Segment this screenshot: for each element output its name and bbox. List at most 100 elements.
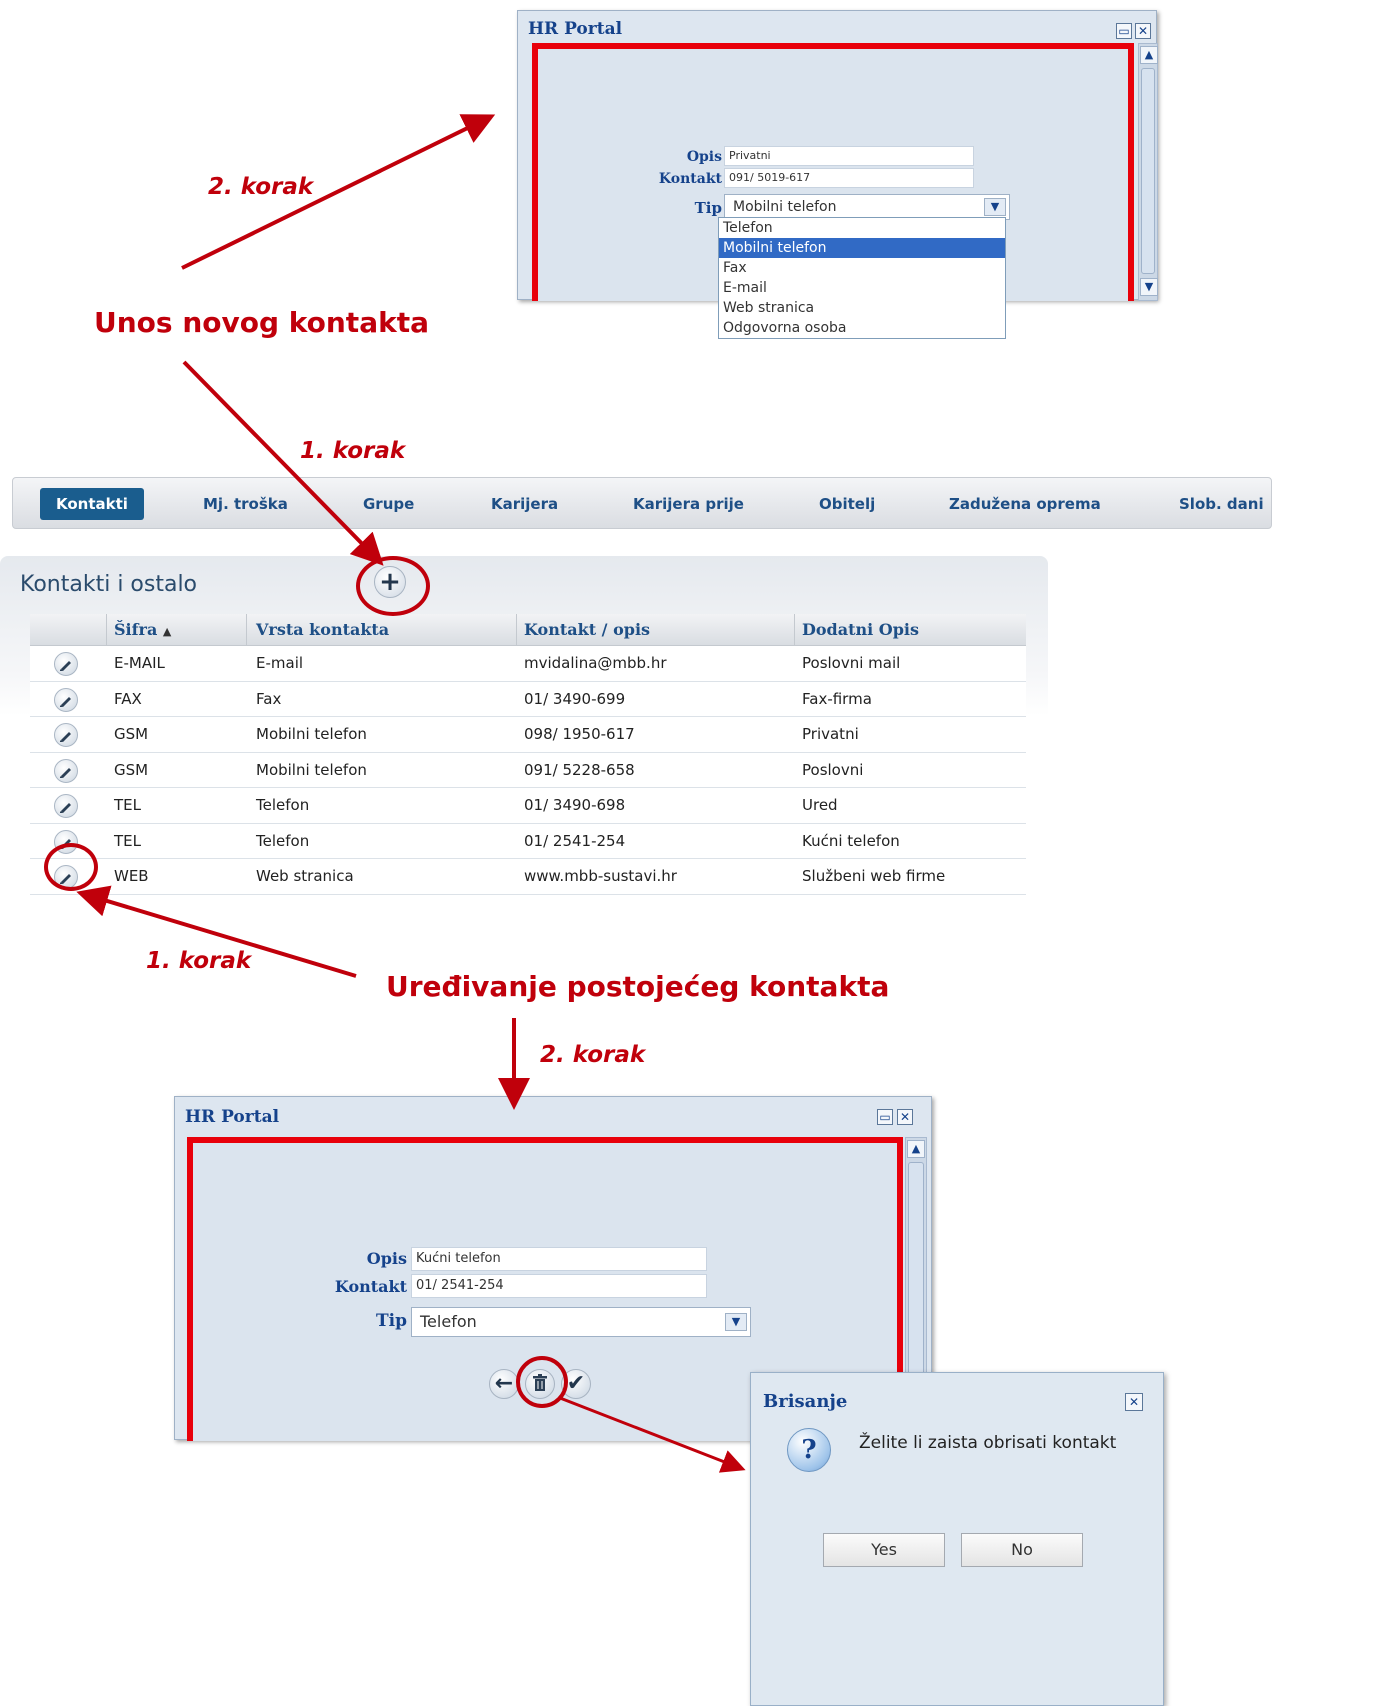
table-row[interactable]: GSM Mobilni telefon 091/ 5228-658 Poslovni xyxy=(30,752,1026,788)
table-cell: FAX xyxy=(114,689,142,708)
back-arrow-icon[interactable]: ← xyxy=(489,1369,519,1399)
table-cell: TEL xyxy=(114,831,141,850)
yes-button[interactable]: Yes xyxy=(823,1533,945,1567)
opis-field[interactable]: Kućni telefon xyxy=(411,1247,707,1271)
no-button[interactable]: No xyxy=(961,1533,1083,1567)
tip-dropdown-list[interactable]: Telefon Mobilni telefon Fax E-mail Web stran… xyxy=(718,217,1006,339)
edit-contact-heading: Uređivanje postojećeg kontakta xyxy=(386,970,890,1003)
table-row[interactable]: FAX Fax 01/ 3490-699 Fax-firma xyxy=(30,681,1026,717)
scroll-thumb[interactable] xyxy=(1141,68,1155,274)
kontakt-field[interactable]: 01/ 2541-254 xyxy=(411,1274,707,1298)
dropdown-option[interactable]: Mobilni telefon xyxy=(719,238,1005,258)
panel-title: Kontakti i ostalo xyxy=(20,572,198,597)
table-cell: Mobilni telefon xyxy=(256,760,367,779)
tip-label: Tip xyxy=(376,1311,407,1331)
table-cell: Fax xyxy=(256,689,282,708)
grid-body: E-MAIL E-mail mvidalina@mbb.hr Poslovni mai… xyxy=(30,646,1026,895)
column-separator xyxy=(106,614,107,646)
table-cell: 01/ 3490-698 xyxy=(524,796,626,814)
tab-bar: Kontakti Mj. troška Grupe Karijera Karij… xyxy=(12,477,1272,529)
step-1-label-bottom: 1. korak xyxy=(146,948,252,974)
table-cell: Telefon xyxy=(256,831,310,850)
tip-label: Tip xyxy=(694,199,722,217)
column-separator xyxy=(516,614,517,646)
table-cell: Kućni telefon xyxy=(802,831,900,850)
tab-kontakti[interactable]: Kontakti xyxy=(40,488,144,520)
table-cell: mvidalina@mbb.hr xyxy=(524,654,667,672)
dropdown-option[interactable]: Odgovorna osoba xyxy=(719,318,1005,338)
table-cell: E-MAIL xyxy=(114,654,165,672)
table-cell: Privatni xyxy=(802,725,859,743)
chevron-down-icon[interactable]: ▼ xyxy=(725,1313,747,1331)
kontakt-field[interactable]: 091/ 5019-617 xyxy=(724,168,974,188)
dropdown-option[interactable]: Fax xyxy=(719,258,1005,278)
table-cell: 01/ 3490-699 xyxy=(524,689,626,708)
table-cell: Poslovni xyxy=(802,760,864,779)
grid-header: Šifra ▲ Vrsta kontakta Kontakt / opis Do… xyxy=(30,614,1026,646)
confirm-message: Želite li zaista obrisati kontakt xyxy=(859,1433,1117,1453)
column-header-dodatni-opis[interactable]: Dodatni Opis xyxy=(802,620,919,639)
dialog-title: HR Portal xyxy=(528,19,623,39)
table-cell: 098/ 1950-617 xyxy=(524,725,635,743)
scroll-up-icon[interactable]: ▲ xyxy=(1140,46,1158,64)
chevron-down-icon[interactable]: ▼ xyxy=(984,198,1006,216)
close-icon[interactable]: ✕ xyxy=(897,1109,913,1125)
column-header-label: Šifra xyxy=(114,620,158,639)
table-row[interactable]: WEB Web stranica www.mbb-sustavi.hr Služben… xyxy=(30,859,1026,895)
step-2-label-bottom: 2. korak xyxy=(540,1042,646,1068)
pencil-icon[interactable] xyxy=(54,758,78,783)
table-cell: Telefon xyxy=(256,796,310,814)
maximize-icon[interactable]: ▭ xyxy=(1116,23,1132,39)
pencil-icon[interactable] xyxy=(54,794,78,818)
pencil-icon[interactable] xyxy=(54,652,78,676)
table-cell: GSM xyxy=(114,760,149,779)
table-row[interactable]: GSM Mobilni telefon 098/ 1950-617 Privatni xyxy=(30,717,1026,753)
table-cell: Ured xyxy=(802,796,838,814)
pencil-icon[interactable] xyxy=(54,687,78,712)
dropdown-option[interactable]: Web stranica xyxy=(719,298,1005,318)
tab-zaduzena-oprema[interactable]: Zadužena oprema xyxy=(949,488,1101,520)
table-cell: GSM xyxy=(114,725,149,743)
scroll-up-icon[interactable]: ▲ xyxy=(907,1140,925,1158)
table-row[interactable]: E-MAIL E-mail mvidalina@mbb.hr Poslovni mai… xyxy=(30,646,1026,682)
contacts-grid: Šifra ▲ Vrsta kontakta Kontakt / opis Do… xyxy=(30,614,1026,895)
table-cell: WEB xyxy=(114,867,149,885)
table-row[interactable]: TEL Telefon 01/ 3490-698 Ured xyxy=(30,788,1026,824)
column-header-kontakt[interactable]: Kontakt / opis xyxy=(524,620,650,639)
add-button-highlight xyxy=(356,556,430,616)
table-cell: E-mail xyxy=(256,654,304,672)
tip-select[interactable]: Telefon ▼ xyxy=(411,1307,751,1337)
kontakt-label: Kontakt xyxy=(334,1277,407,1296)
table-cell: Mobilni telefon xyxy=(256,725,367,743)
close-icon[interactable]: ✕ xyxy=(1135,23,1151,39)
opis-field[interactable]: Privatni xyxy=(724,146,974,166)
table-cell: www.mbb-sustavi.hr xyxy=(524,867,677,885)
pencil-icon[interactable] xyxy=(54,723,78,747)
delete-confirm-dialog: Brisanje ✕ ? Želite li zaista obrisati k… xyxy=(750,1372,1164,1706)
tab-karijera[interactable]: Karijera xyxy=(491,488,558,520)
edit-button-highlight xyxy=(44,843,98,891)
kontakt-label: Kontakt xyxy=(658,171,722,187)
tab-karijera-prije[interactable]: Karijera prije xyxy=(633,488,744,520)
tab-mj-troska[interactable]: Mj. troška xyxy=(203,488,288,520)
opis-label: Opis xyxy=(686,149,722,165)
tip-select-value: Telefon xyxy=(420,1312,477,1331)
scroll-down-icon[interactable]: ▼ xyxy=(1140,278,1158,296)
tab-grupe[interactable]: Grupe xyxy=(363,488,414,520)
new-contact-heading: Unos novog kontakta xyxy=(94,306,429,339)
tab-obitelj[interactable]: Obitelj xyxy=(819,488,875,520)
table-row[interactable]: TEL Telefon 01/ 2541-254 Kućni telefon xyxy=(30,823,1026,859)
maximize-icon[interactable]: ▭ xyxy=(877,1109,893,1125)
step-1-label-top: 1. korak xyxy=(300,438,406,464)
sort-asc-icon: ▲ xyxy=(162,625,172,638)
tip-select-value: Mobilni telefon xyxy=(733,199,837,215)
column-header-sifra[interactable]: Šifra ▲ xyxy=(114,620,171,639)
close-icon[interactable]: ✕ xyxy=(1125,1393,1143,1411)
opis-label: Opis xyxy=(366,1249,407,1268)
delete-button-highlight xyxy=(516,1356,568,1408)
dropdown-option[interactable]: E-mail xyxy=(719,278,1005,298)
vertical-scrollbar[interactable]: ▲ ▼ xyxy=(1138,43,1158,301)
dropdown-option[interactable]: Telefon xyxy=(719,218,1005,238)
column-header-vrsta[interactable]: Vrsta kontakta xyxy=(256,620,389,639)
tab-slob-dani[interactable]: Slob. dani xyxy=(1179,488,1264,520)
